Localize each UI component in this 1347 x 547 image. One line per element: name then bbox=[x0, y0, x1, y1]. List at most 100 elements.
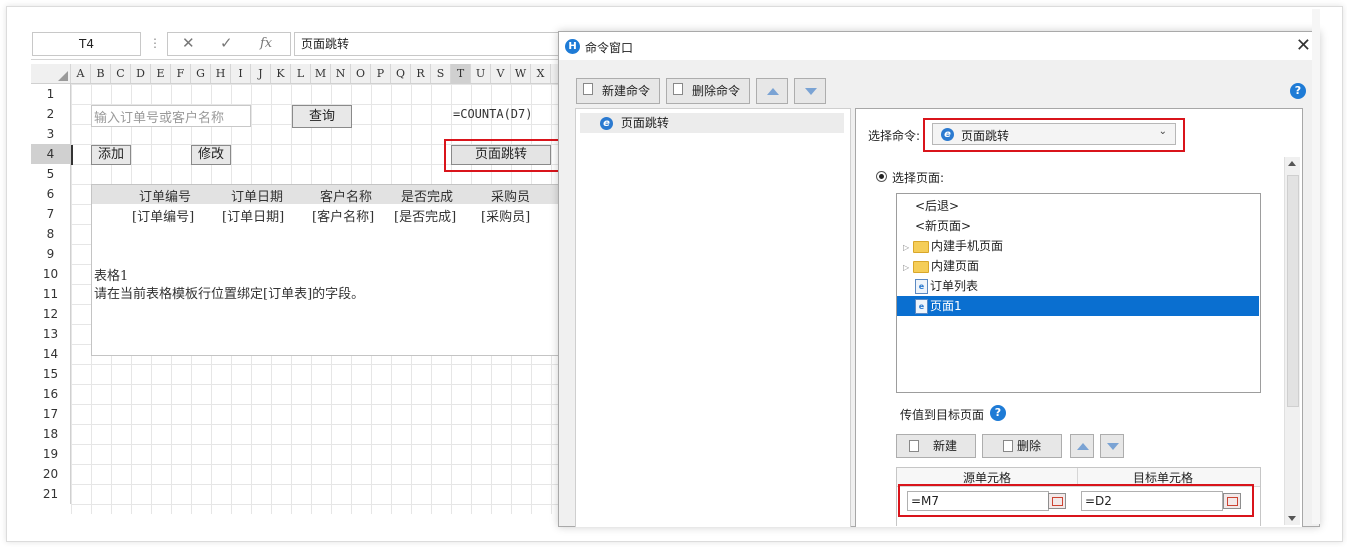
column-header[interactable]: O bbox=[351, 64, 371, 83]
fx-icon[interactable]: fx bbox=[260, 36, 272, 51]
arrow-up-icon bbox=[1077, 443, 1089, 450]
column-header[interactable]: R bbox=[411, 64, 431, 83]
add-button[interactable]: 添加 bbox=[91, 145, 131, 165]
table-field-cell[interactable]: [订单日期] bbox=[222, 206, 284, 225]
column-header[interactable]: G bbox=[191, 64, 211, 83]
table-field-cell[interactable]: [采购员] bbox=[481, 206, 530, 225]
move-down-button[interactable] bbox=[794, 78, 826, 104]
close-icon[interactable]: ✕ bbox=[1296, 35, 1311, 56]
dialog-titlebar[interactable]: H 命令窗口 ✕ bbox=[559, 32, 1319, 60]
row-header[interactable]: 3 bbox=[31, 124, 71, 144]
page-list-folder[interactable]: ▷ 内建手机页面 bbox=[897, 236, 1259, 256]
help-icon[interactable]: ? bbox=[990, 405, 1006, 421]
delete-icon bbox=[1003, 440, 1013, 452]
scroll-down-icon[interactable] bbox=[1288, 516, 1296, 521]
column-header[interactable]: L bbox=[291, 64, 311, 83]
column-header-selected[interactable]: T bbox=[451, 64, 471, 83]
column-header[interactable]: E bbox=[151, 64, 171, 83]
ie-icon: e bbox=[600, 117, 613, 130]
row-header[interactable]: 16 bbox=[31, 384, 71, 404]
row-header[interactable]: 15 bbox=[31, 364, 71, 384]
mapping-up-button[interactable] bbox=[1070, 434, 1094, 458]
column-header[interactable]: B bbox=[91, 64, 111, 83]
command-list-item[interactable]: e 页面跳转 bbox=[580, 113, 844, 133]
scroll-thumb[interactable] bbox=[1287, 175, 1299, 407]
formula-input[interactable]: 页面跳转 bbox=[294, 32, 567, 56]
column-header[interactable]: A bbox=[71, 64, 91, 83]
column-header[interactable]: I bbox=[231, 64, 251, 83]
move-up-button[interactable] bbox=[756, 78, 788, 104]
page-listbox[interactable]: <后退> <新页面> ▷ 内建手机页面 ▷ 内建页面 e 订单列表 e 页面1 bbox=[896, 193, 1261, 393]
select-page-radio[interactable] bbox=[876, 171, 887, 182]
row-header[interactable]: 9 bbox=[31, 244, 71, 264]
table-header-cell: 是否完成 bbox=[401, 190, 454, 205]
row-header[interactable]: 10 bbox=[31, 264, 71, 284]
column-header[interactable]: P bbox=[371, 64, 391, 83]
counta-formula-cell[interactable]: =COUNTA(D7) bbox=[453, 107, 532, 121]
column-header[interactable]: C bbox=[111, 64, 131, 83]
row-header[interactable]: 5 bbox=[31, 164, 71, 184]
row-header[interactable]: 2 bbox=[31, 104, 71, 124]
page-list-item[interactable]: <后退> bbox=[897, 196, 1259, 216]
column-header[interactable]: S bbox=[431, 64, 451, 83]
page-list-label: <后退> bbox=[915, 199, 960, 213]
app-logo-icon: H bbox=[565, 39, 580, 54]
row-header-selected[interactable]: 4 bbox=[31, 144, 71, 164]
row-header[interactable]: 1 bbox=[31, 84, 71, 104]
table-field-cell[interactable]: [是否完成] bbox=[394, 206, 456, 225]
column-header[interactable]: U bbox=[471, 64, 491, 83]
column-header[interactable]: J bbox=[251, 64, 271, 83]
cancel-icon[interactable]: ✕ bbox=[182, 34, 195, 52]
select-all-corner[interactable] bbox=[31, 64, 71, 83]
page-list-item-selected[interactable]: e 页面1 bbox=[897, 296, 1259, 316]
row-header[interactable]: 14 bbox=[31, 344, 71, 364]
column-header[interactable]: K bbox=[271, 64, 291, 83]
page-list-label: 页面1 bbox=[930, 299, 962, 313]
table-field-cell[interactable]: [客户名称] bbox=[312, 206, 374, 225]
row-header[interactable]: 19 bbox=[31, 444, 71, 464]
row-header[interactable]: 18 bbox=[31, 424, 71, 444]
row-header[interactable]: 20 bbox=[31, 464, 71, 484]
page-list-item[interactable]: e 订单列表 bbox=[897, 276, 1259, 296]
column-header[interactable]: X bbox=[531, 64, 551, 83]
folder-icon bbox=[912, 260, 929, 273]
column-header[interactable]: Q bbox=[391, 64, 411, 83]
column-header[interactable]: N bbox=[331, 64, 351, 83]
expand-icon[interactable]: ▷ bbox=[903, 243, 909, 252]
help-icon[interactable]: ? bbox=[1290, 83, 1306, 99]
command-list-pane: e 页面跳转 bbox=[575, 108, 851, 527]
column-header[interactable]: D bbox=[131, 64, 151, 83]
row-header[interactable]: 7 bbox=[31, 204, 71, 224]
search-input[interactable]: 输入订单号或客户名称 bbox=[91, 105, 251, 127]
row-header[interactable]: 12 bbox=[31, 304, 71, 324]
query-button[interactable]: 查询 bbox=[292, 105, 352, 128]
page-list-folder[interactable]: ▷ 内建页面 bbox=[897, 256, 1259, 276]
column-header[interactable]: V bbox=[491, 64, 511, 83]
new-command-button[interactable]: 新建命令 bbox=[576, 78, 660, 104]
delete-mapping-button[interactable]: 删除 bbox=[982, 434, 1062, 458]
page-list-item[interactable]: <新页面> bbox=[897, 216, 1259, 236]
row-header[interactable]: 8 bbox=[31, 224, 71, 244]
expand-icon[interactable]: ▷ bbox=[903, 263, 909, 272]
row-header[interactable]: 21 bbox=[31, 484, 71, 504]
row-header[interactable]: 13 bbox=[31, 324, 71, 344]
confirm-icon[interactable]: ✓ bbox=[220, 34, 233, 52]
row-header[interactable]: 11 bbox=[31, 284, 71, 304]
column-header[interactable]: H bbox=[211, 64, 231, 83]
row-header[interactable]: 6 bbox=[31, 184, 71, 204]
column-header[interactable]: W bbox=[511, 64, 531, 83]
scroll-up-icon[interactable] bbox=[1288, 161, 1296, 166]
command-settings-pane: 选择命令: e 页面跳转 ⌄ 选择页面: <后退> <新页面> ▷ 内建手机页面… bbox=[855, 108, 1303, 527]
table-field-cell[interactable]: [订单编号] bbox=[132, 206, 194, 225]
delete-command-button[interactable]: 删除命令 bbox=[666, 78, 750, 104]
arrow-down-icon bbox=[805, 88, 817, 95]
new-icon bbox=[909, 440, 919, 452]
mapping-down-button[interactable] bbox=[1100, 434, 1124, 458]
edit-button[interactable]: 修改 bbox=[191, 145, 231, 165]
new-mapping-button[interactable]: 新建 bbox=[896, 434, 976, 458]
name-box[interactable]: T4 bbox=[32, 32, 141, 56]
scrollbar[interactable] bbox=[1284, 157, 1300, 525]
row-header[interactable]: 17 bbox=[31, 404, 71, 424]
column-header[interactable]: F bbox=[171, 64, 191, 83]
column-header[interactable]: M bbox=[311, 64, 331, 83]
